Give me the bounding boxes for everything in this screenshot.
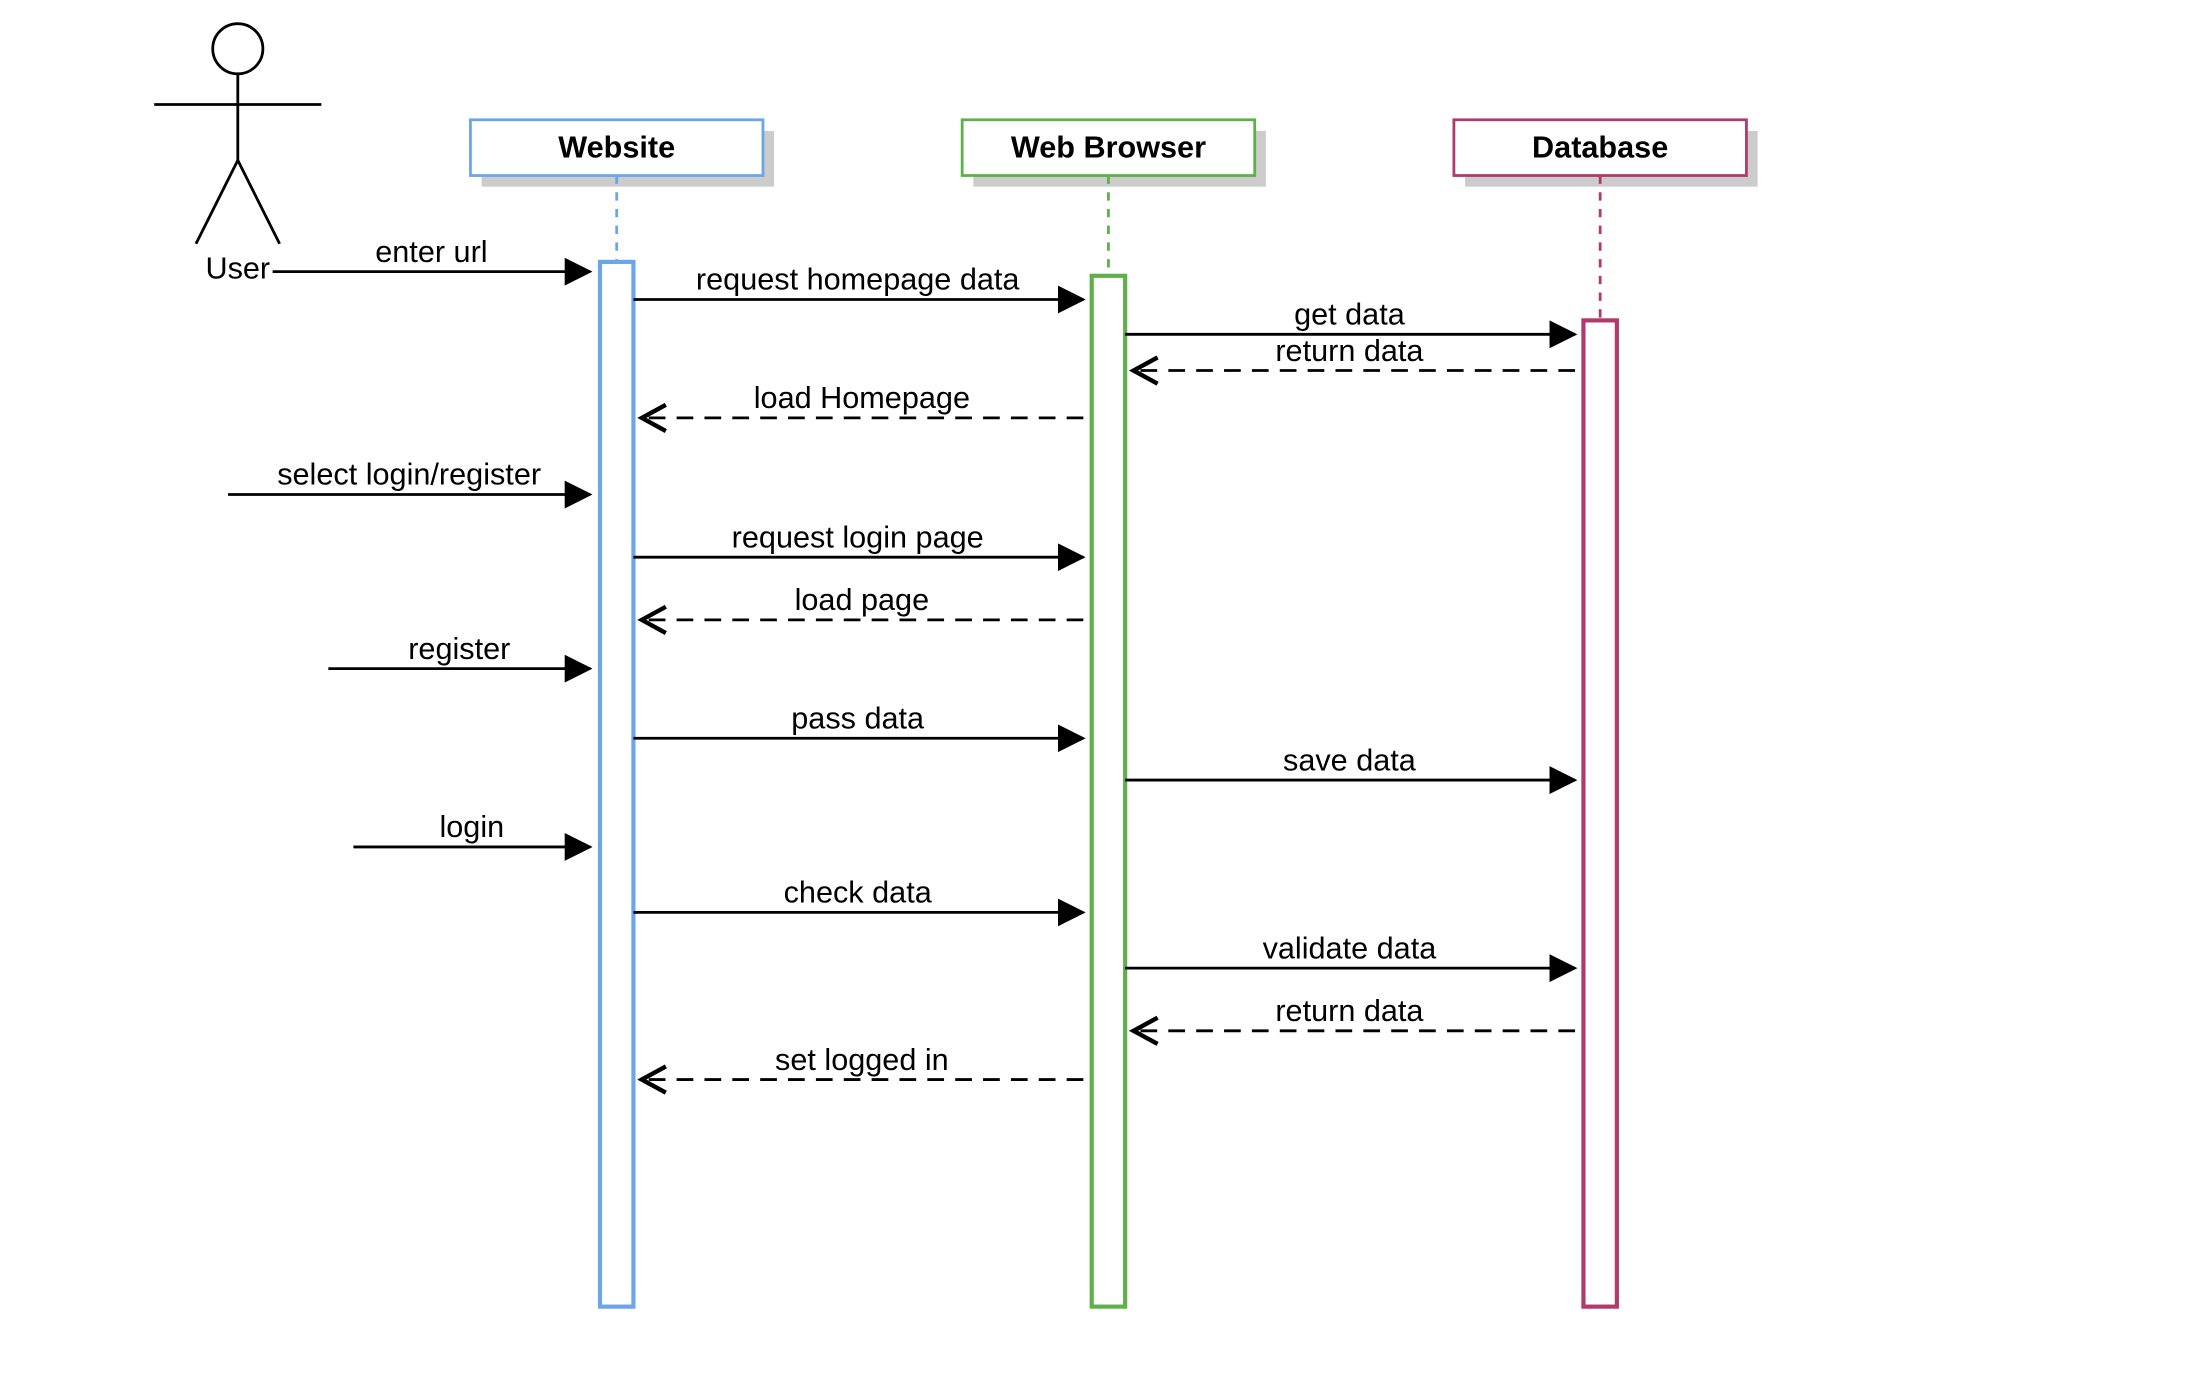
msg-label: load page bbox=[795, 583, 930, 617]
msg-label: register bbox=[408, 632, 510, 666]
activation-database bbox=[1583, 320, 1616, 1306]
msg-request-login-page: request login page bbox=[633, 520, 1083, 557]
msg-set-logged-in: set logged in bbox=[642, 1043, 1084, 1080]
msg-label: select login/register bbox=[277, 458, 541, 492]
actor-label: User bbox=[205, 252, 270, 286]
msg-label: save data bbox=[1283, 743, 1417, 777]
msg-label: return data bbox=[1275, 334, 1424, 368]
lifeline-database-label: Database bbox=[1532, 130, 1668, 164]
msg-label: validate data bbox=[1263, 931, 1438, 965]
sequence-diagram: User Website Web Browser Database enter … bbox=[0, 0, 2189, 1393]
msg-return-data-2: return data bbox=[1134, 994, 1576, 1031]
lifeline-website: Website bbox=[470, 120, 774, 1307]
lifeline-browser-label: Web Browser bbox=[1011, 130, 1206, 164]
msg-save-data: save data bbox=[1125, 743, 1575, 780]
activation-browser bbox=[1092, 276, 1125, 1307]
activation-website bbox=[600, 262, 633, 1307]
msg-get-data: get data bbox=[1125, 298, 1575, 335]
lifeline-browser: Web Browser bbox=[962, 120, 1266, 1307]
lifeline-database: Database bbox=[1454, 120, 1758, 1307]
msg-label: load Homepage bbox=[754, 381, 970, 415]
msg-label: pass data bbox=[791, 702, 925, 736]
msg-label: login bbox=[439, 810, 504, 844]
msg-load-homepage: load Homepage bbox=[642, 381, 1084, 418]
msg-select-login-register: select login/register bbox=[228, 458, 590, 495]
msg-register: register bbox=[328, 632, 590, 669]
msg-enter-url: enter url bbox=[273, 235, 591, 272]
msg-label: enter url bbox=[375, 235, 487, 269]
msg-return-data-1: return data bbox=[1134, 334, 1576, 371]
msg-label: return data bbox=[1275, 994, 1424, 1028]
actor-user: User bbox=[154, 24, 321, 286]
msg-label: check data bbox=[784, 876, 933, 910]
msg-login: login bbox=[353, 810, 590, 847]
msg-label: set logged in bbox=[775, 1043, 949, 1077]
msg-load-page: load page bbox=[642, 583, 1084, 620]
msg-pass-data: pass data bbox=[633, 702, 1083, 739]
msg-label: get data bbox=[1294, 298, 1406, 332]
msg-request-homepage: request homepage data bbox=[633, 263, 1083, 300]
msg-validate-data: validate data bbox=[1125, 931, 1575, 968]
msg-label: request homepage data bbox=[696, 263, 1020, 297]
msg-check-data: check data bbox=[633, 876, 1083, 913]
msg-label: request login page bbox=[732, 520, 984, 554]
lifeline-website-label: Website bbox=[558, 130, 675, 164]
